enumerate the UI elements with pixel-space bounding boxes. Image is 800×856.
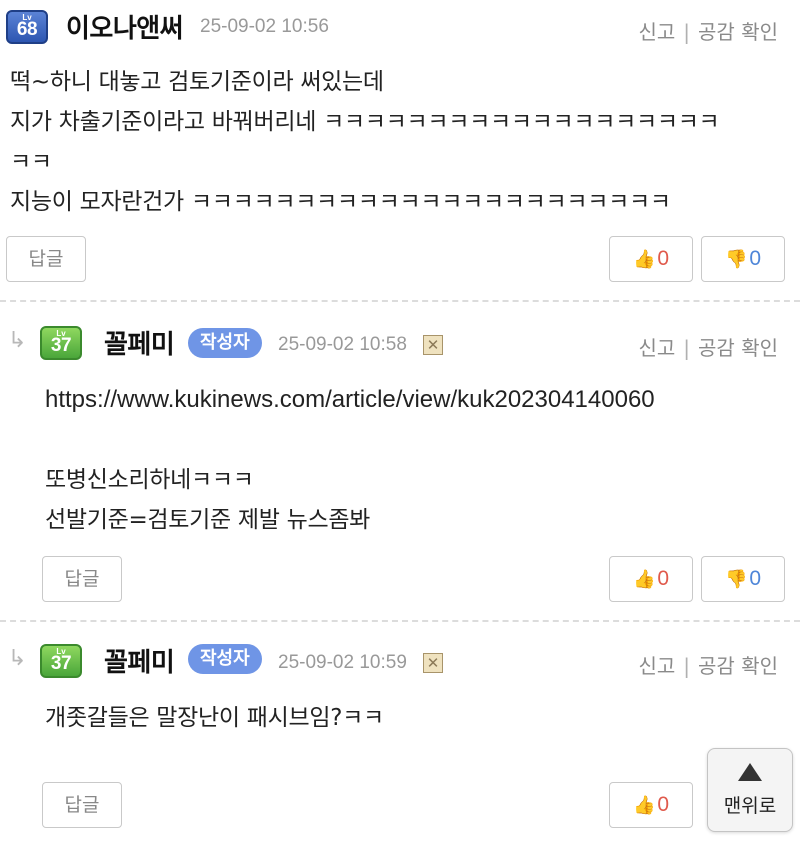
comment-header: Lv 68 이오나앤써 25-09-02 10:56 신고 | 공감 확인 [0,6,800,46]
like-button[interactable]: 👍0 [609,782,693,828]
author-badge: 작성자 [188,644,262,674]
reply-button[interactable]: 답글 [6,236,86,282]
like-button[interactable]: 👍0 [609,236,693,282]
comment-line: 선발기준=검토기준 제발 뉴스좀봐 [45,507,371,533]
dislike-button[interactable]: 👎0 [701,236,785,282]
comment-nickname[interactable]: 꼴페미 [104,324,175,361]
reply-arrow-icon: ↳ [8,646,27,671]
level-badge: Lv 37 [40,326,82,360]
dislike-button[interactable]: 👎0 [701,556,785,602]
level-badge: Lv 37 [40,644,82,678]
comment-line: 지가 차출기준이라고 바꿔버리네 ㅋㅋㅋㅋㅋㅋㅋㅋㅋㅋㅋㅋㅋㅋㅋㅋㅋㅋㅋ [10,109,720,135]
empathy-check-link[interactable]: 공감 확인 [698,336,778,360]
comment-body: 개좃갈들은 말장난이 패시브임?ㅋㅋ [45,698,384,738]
comment-date: 25-09-02 10:56 [200,16,329,37]
like-count: 0 [657,247,670,270]
comment-date: 25-09-02 10:59 [278,652,407,673]
thumbs-down-icon: 👎 [724,569,748,589]
comment-item-reply: ↳ Lv 37 꼴페미 작성자 25-09-02 10:59 ✕ 신고 | 공감 확… [0,622,800,856]
comment-line: 떡~하니 대놓고 검토기준이라 써있는데 [10,69,384,95]
article-link[interactable]: https://www.kukinews.com/article/view/ku… [45,380,655,420]
reply-arrow-icon: ↳ [8,328,27,353]
comment-actions: 신고 | 공감 확인 [638,332,778,361]
scroll-to-top-button[interactable]: 맨위로 [707,748,793,832]
thumbs-up-icon: 👍 [632,795,656,815]
empathy-check-link[interactable]: 공감 확인 [698,654,778,678]
like-button[interactable]: 👍0 [609,556,693,602]
separator: | [683,20,691,44]
up-triangle-icon [738,763,762,781]
separator: | [683,654,691,678]
comment-line: 또병신소리하네ㅋㅋㅋ [45,467,254,493]
thumbs-up-icon: 👍 [632,569,656,589]
close-box-icon[interactable]: ✕ [423,653,443,673]
level-badge: Lv 68 [6,10,48,44]
comment-line: 개좃갈들은 말장난이 패시브임?ㅋㅋ [45,705,384,731]
comment-item-reply: ↳ Lv 37 꼴페미 작성자 25-09-02 10:58 ✕ 신고 | 공감 확… [0,302,800,622]
comment-body: https://www.kukinews.com/article/view/ku… [45,380,655,540]
comment-date: 25-09-02 10:58 [278,334,407,355]
dislike-count: 0 [749,247,762,270]
separator: | [683,336,691,360]
author-badge: 작성자 [188,328,262,358]
level-number: 68 [16,19,38,40]
comment-nickname[interactable]: 이오나앤써 [66,8,184,45]
comment-actions: 신고 | 공감 확인 [638,650,778,679]
comment-line: 지능이 모자란건가 ㅋㅋㅋㅋㅋㅋㅋㅋㅋㅋㅋㅋㅋㅋㅋㅋㅋㅋㅋㅋㅋㅋㅋ [10,189,671,215]
level-number: 37 [50,653,72,674]
comment-nickname[interactable]: 꼴페미 [104,642,175,679]
comment-body: 떡~하니 대놓고 검토기준이라 써있는데 지가 차출기준이라고 바꿔버리네 ㅋㅋ… [10,62,720,222]
report-link[interactable]: 신고 [638,336,675,360]
thumbs-up-icon: 👍 [632,249,656,269]
empathy-check-link[interactable]: 공감 확인 [698,20,778,44]
comment-line: ㅋㅋ [10,149,52,175]
report-link[interactable]: 신고 [638,654,675,678]
comment-actions: 신고 | 공감 확인 [638,16,778,45]
level-number: 37 [50,335,72,356]
dislike-count: 0 [749,567,762,590]
comment-header: ↳ Lv 37 꼴페미 작성자 25-09-02 10:58 ✕ 신고 | 공감 확… [0,322,800,362]
like-count: 0 [657,567,670,590]
thumbs-down-icon: 👎 [724,249,748,269]
report-link[interactable]: 신고 [638,20,675,44]
close-box-icon[interactable]: ✕ [423,335,443,355]
scroll-to-top-label: 맨위로 [723,795,777,817]
reply-button[interactable]: 답글 [42,782,122,828]
comment-header: ↳ Lv 37 꼴페미 작성자 25-09-02 10:59 ✕ 신고 | 공감 확… [0,640,800,680]
comment-item: Lv 68 이오나앤써 25-09-02 10:56 신고 | 공감 확인 떡~하니… [0,0,800,302]
like-count: 0 [657,793,670,816]
reply-button[interactable]: 답글 [42,556,122,602]
